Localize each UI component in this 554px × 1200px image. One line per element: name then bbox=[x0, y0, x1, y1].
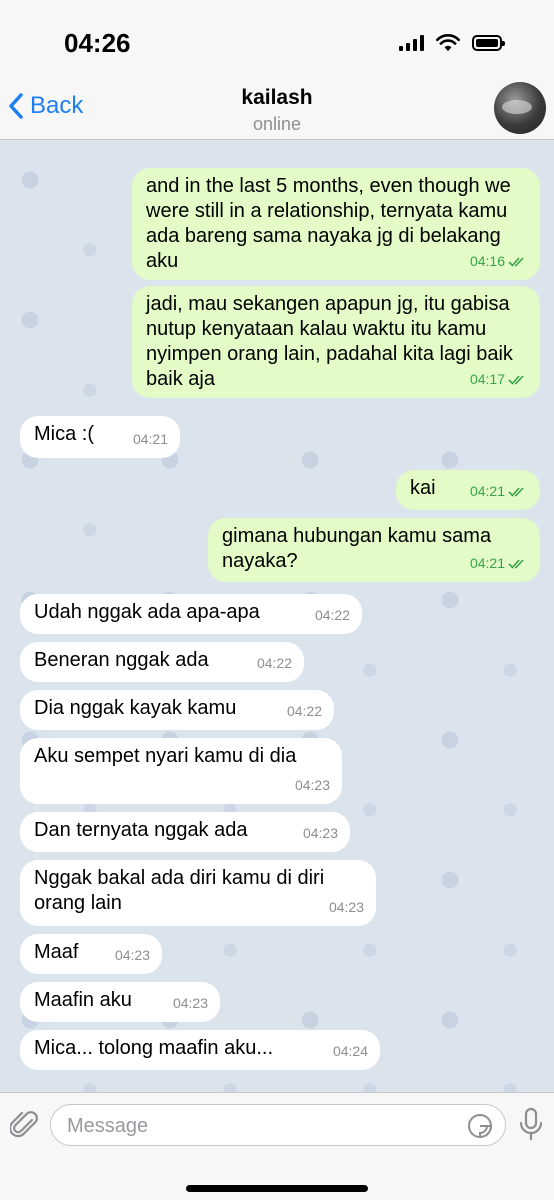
status-icons bbox=[399, 34, 505, 52]
wifi-icon bbox=[436, 34, 460, 51]
message-text: Dia nggak kayak kamu bbox=[34, 697, 237, 719]
status-bar: 04:26 bbox=[0, 0, 554, 70]
chat-header: Back kailash online bbox=[0, 70, 554, 140]
message-text: Aku sempet nyari kamu di dia bbox=[34, 745, 297, 767]
message-bubble[interactable]: Dan ternyata nggak ada 04:23 bbox=[20, 812, 350, 852]
double-check-icon bbox=[508, 487, 524, 497]
double-check-icon bbox=[508, 559, 524, 569]
chat-area: and in the last 5 months, even though we… bbox=[0, 140, 554, 1092]
message-time: 04:23 bbox=[302, 825, 338, 841]
message-text: gimana hubungan kamu sama nayaka? bbox=[222, 525, 492, 572]
microphone-icon[interactable] bbox=[518, 1107, 544, 1143]
message-bubble[interactable]: Mica... tolong maafin aku... 04:24 bbox=[20, 1030, 380, 1070]
message-bubble[interactable]: Maaf 04:23 bbox=[20, 934, 162, 974]
message-text: Udah nggak ada apa-apa bbox=[34, 601, 260, 623]
message-time: 04:22 bbox=[286, 703, 322, 719]
message-time: 04:21 bbox=[132, 431, 168, 447]
message-text: and in the last 5 months, even though we… bbox=[146, 175, 511, 272]
message-bubble[interactable]: Dia nggak kayak kamu 04:22 bbox=[20, 690, 334, 730]
message-bubble[interactable]: Mica :( 04:21 bbox=[20, 416, 180, 458]
battery-icon bbox=[472, 35, 505, 51]
message-text: Maafin aku bbox=[34, 989, 132, 1011]
message-time: 04:22 bbox=[256, 655, 292, 671]
message-text: Dan ternyata nggak ada bbox=[34, 819, 248, 841]
message-time: 04:23 bbox=[294, 777, 330, 793]
message-input[interactable] bbox=[67, 1113, 447, 1139]
avatar[interactable] bbox=[494, 82, 546, 134]
message-time: 04:21 bbox=[470, 479, 528, 504]
message-bubble[interactable]: and in the last 5 months, even though we… bbox=[132, 168, 540, 280]
message-text: jadi, mau sekangen apapun jg, itu gabisa… bbox=[146, 293, 513, 390]
message-bubble[interactable]: Maafin aku 04:23 bbox=[20, 982, 220, 1022]
message-text: kai bbox=[410, 477, 436, 499]
message-text: Nggak bakal ada diri kamu di diri orang … bbox=[34, 867, 325, 914]
message-time: 04:21 bbox=[470, 551, 528, 576]
message-bubble[interactable]: Nggak bakal ada diri kamu di diri orang … bbox=[20, 860, 376, 926]
paperclip-icon[interactable] bbox=[10, 1109, 40, 1143]
signal-icon bbox=[399, 35, 424, 51]
double-check-icon bbox=[508, 257, 524, 267]
message-time: 04:24 bbox=[332, 1043, 368, 1059]
home-indicator[interactable] bbox=[186, 1185, 368, 1192]
chat-title[interactable]: kailash bbox=[0, 86, 554, 110]
message-time: 04:23 bbox=[114, 947, 150, 963]
double-check-icon bbox=[508, 375, 524, 385]
composer-bar bbox=[0, 1092, 554, 1200]
sticker-icon[interactable] bbox=[467, 1113, 493, 1139]
message-text: Beneran nggak ada bbox=[34, 649, 209, 671]
message-bubble[interactable]: gimana hubungan kamu sama nayaka? 04:21 bbox=[208, 518, 540, 582]
chat-status: online bbox=[252, 114, 302, 134]
message-time: 04:17 bbox=[470, 367, 528, 392]
message-text: Mica... tolong maafin aku... bbox=[34, 1037, 274, 1059]
message-bubble[interactable]: Aku sempet nyari kamu di dia 04:23 bbox=[20, 738, 342, 804]
message-time: 04:23 bbox=[328, 899, 364, 915]
message-time: 04:22 bbox=[314, 607, 350, 623]
message-bubble[interactable]: jadi, mau sekangen apapun jg, itu gabisa… bbox=[132, 286, 540, 398]
message-bubble[interactable]: Udah nggak ada apa-apa 04:22 bbox=[20, 594, 362, 634]
message-time: 04:23 bbox=[172, 995, 208, 1011]
message-text: Maaf bbox=[34, 941, 79, 963]
message-bubble[interactable]: kai 04:21 bbox=[396, 470, 540, 510]
message-field[interactable] bbox=[50, 1104, 506, 1146]
message-time: 04:16 bbox=[470, 249, 528, 274]
message-text: Mica :( bbox=[34, 423, 94, 445]
message-bubble[interactable]: Beneran nggak ada 04:22 bbox=[20, 642, 304, 682]
status-time: 04:26 bbox=[64, 28, 131, 58]
